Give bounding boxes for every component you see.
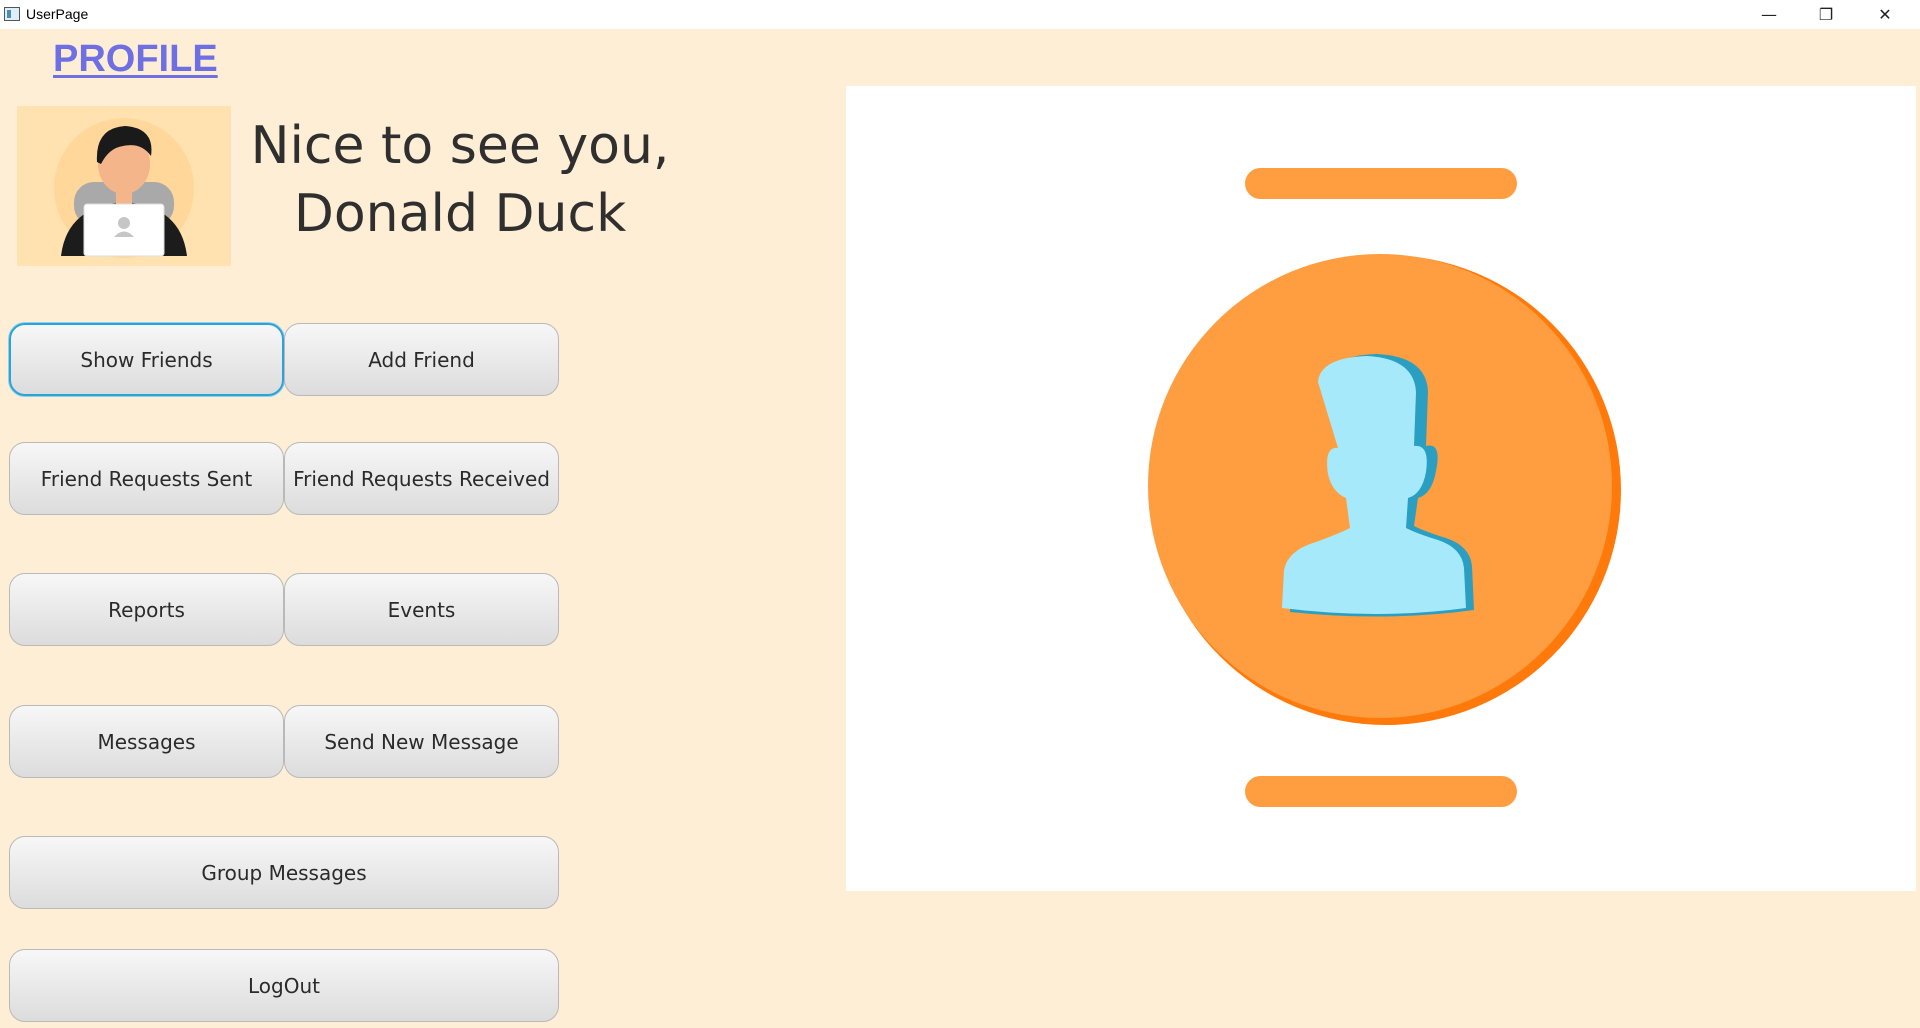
profile-image-panel bbox=[846, 86, 1916, 891]
events-button[interactable]: Events bbox=[284, 573, 559, 646]
show-friends-button[interactable]: Show Friends bbox=[9, 323, 284, 396]
user-profile-icon bbox=[1148, 168, 1621, 807]
add-friend-button[interactable]: Add Friend bbox=[284, 323, 559, 396]
close-button[interactable]: ✕ bbox=[1857, 0, 1913, 29]
minimize-button[interactable]: — bbox=[1741, 0, 1797, 29]
avatar bbox=[17, 106, 231, 266]
maximize-button[interactable]: ❐ bbox=[1798, 0, 1854, 29]
messages-button[interactable]: Messages bbox=[9, 705, 284, 778]
greeting-text: Nice to see you, Donald Duck bbox=[220, 112, 700, 248]
greeting-user-name: Donald Duck bbox=[293, 184, 627, 244]
app-icon bbox=[4, 7, 20, 21]
logout-button[interactable]: LogOut bbox=[9, 949, 559, 1022]
greeting-line-1: Nice to see you, bbox=[250, 116, 670, 176]
reports-button[interactable]: Reports bbox=[9, 573, 284, 646]
profile-link[interactable]: PROFILE bbox=[53, 38, 218, 81]
friend-requests-received-button[interactable]: Friend Requests Received bbox=[284, 442, 559, 515]
friend-requests-sent-button[interactable]: Friend Requests Sent bbox=[9, 442, 284, 515]
group-messages-button[interactable]: Group Messages bbox=[9, 836, 559, 909]
user-avatar-icon bbox=[54, 118, 194, 258]
window-title: UserPage bbox=[26, 6, 89, 22]
window-titlebar: UserPage — ❐ ✕ bbox=[0, 0, 1920, 29]
send-new-message-button[interactable]: Send New Message bbox=[284, 705, 559, 778]
